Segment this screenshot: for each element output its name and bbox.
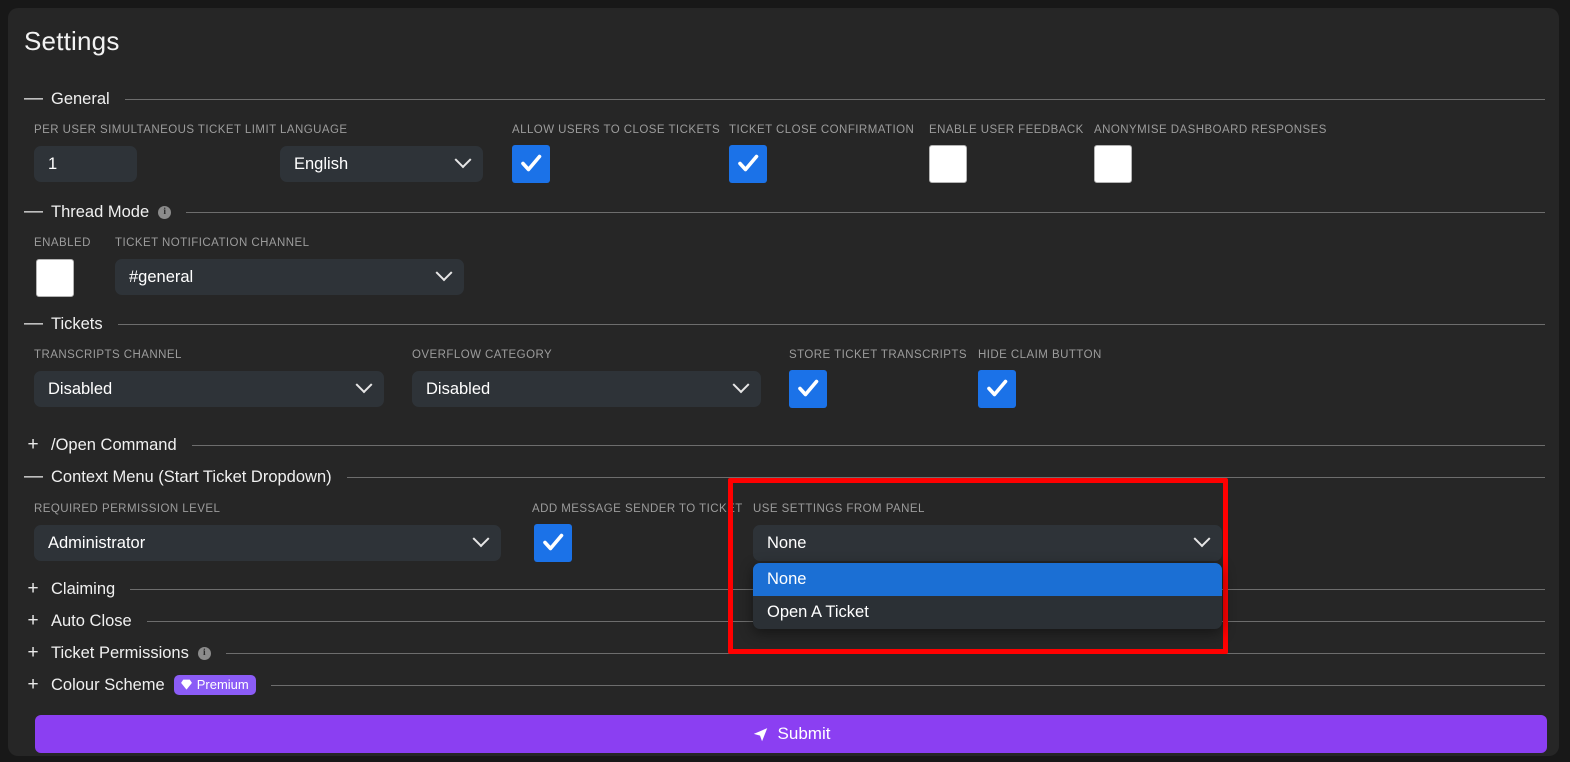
section-divider (226, 653, 1545, 654)
label-thread-enabled: ENABLED (34, 237, 91, 249)
section-label-general: General (51, 90, 110, 109)
section-label-tickets: Tickets (51, 315, 103, 334)
section-header-general[interactable]: — General (24, 88, 1545, 110)
checkbox-thread-enabled[interactable] (36, 259, 74, 297)
transcripts-channel-value: Disabled (48, 371, 350, 407)
section-header-context-menu[interactable]: — Context Menu (Start Ticket Dropdown) (24, 466, 1545, 488)
section-divider (192, 445, 1545, 446)
gem-icon (180, 678, 193, 691)
collapse-toggle-context-menu[interactable]: — (24, 468, 42, 486)
section-divider (118, 324, 1545, 325)
section-label-ticket-permissions: Ticket Permissions (51, 644, 189, 663)
submit-button[interactable]: Submit (35, 715, 1547, 753)
section-divider (186, 212, 1545, 213)
checkbox-ticket-close-confirmation[interactable] (729, 145, 767, 183)
collapse-toggle-open-command[interactable]: + (24, 436, 42, 454)
label-ticket-limit: PER USER SIMULTANEOUS TICKET LIMIT (34, 124, 277, 136)
section-divider (271, 685, 1545, 686)
settings-panel: Settings — General PER USER SIMULTANEOUS… (8, 8, 1559, 756)
checkbox-enable-user-feedback[interactable] (929, 145, 967, 183)
collapse-toggle-colour-scheme[interactable]: + (24, 676, 42, 694)
section-divider (347, 477, 1545, 478)
chevron-down-icon (733, 376, 750, 393)
premium-badge-label: Premium (197, 677, 249, 692)
section-header-colour-scheme[interactable]: + Colour Scheme Premium (24, 674, 1545, 696)
section-header-thread-mode[interactable]: — Thread Mode i (24, 201, 1545, 223)
submit-button-label: Submit (778, 724, 831, 744)
section-label-auto-close: Auto Close (51, 612, 132, 631)
label-use-settings-from-panel: USE SETTINGS FROM PANEL (753, 503, 925, 515)
label-hide-claim-button: HIDE CLAIM BUTTON (978, 349, 1102, 361)
section-header-tickets[interactable]: — Tickets (24, 313, 1545, 335)
label-language: LANGUAGE (280, 124, 348, 136)
collapse-toggle-general[interactable]: — (24, 90, 42, 108)
info-icon[interactable]: i (158, 206, 171, 219)
section-label-context-menu: Context Menu (Start Ticket Dropdown) (51, 468, 332, 487)
collapse-toggle-thread-mode[interactable]: — (24, 203, 42, 221)
label-ticket-notification-channel: TICKET NOTIFICATION CHANNEL (115, 237, 309, 249)
transcripts-channel-select[interactable]: Disabled (34, 371, 384, 407)
section-header-open-command[interactable]: + /Open Command (24, 434, 1545, 456)
ticket-limit-input[interactable] (34, 146, 137, 182)
chevron-down-icon (455, 151, 472, 168)
ticket-notification-channel-value: #general (129, 259, 430, 295)
dropdown-option-open-a-ticket[interactable]: Open A Ticket (753, 596, 1222, 629)
use-settings-from-panel-value: None (767, 525, 1188, 561)
label-required-permission-level: REQUIRED PERMISSION LEVEL (34, 503, 220, 515)
chevron-down-icon (1194, 530, 1211, 547)
use-settings-from-panel-select[interactable]: None (753, 525, 1222, 561)
required-permission-level-select[interactable]: Administrator (34, 525, 501, 561)
checkbox-allow-users-close[interactable] (512, 145, 550, 183)
page-title: Settings (24, 26, 120, 57)
collapse-toggle-auto-close[interactable]: + (24, 612, 42, 630)
overflow-category-select[interactable]: Disabled (412, 371, 761, 407)
collapse-toggle-tickets[interactable]: — (24, 315, 42, 333)
section-header-ticket-permissions[interactable]: + Ticket Permissions i (24, 642, 1545, 664)
label-transcripts-channel: TRANSCRIPTS CHANNEL (34, 349, 182, 361)
overflow-category-value: Disabled (426, 371, 727, 407)
section-divider (125, 99, 1545, 100)
label-ticket-close-confirmation: TICKET CLOSE CONFIRMATION (729, 124, 914, 136)
info-icon[interactable]: i (198, 647, 211, 660)
chevron-down-icon (356, 376, 373, 393)
checkbox-add-message-sender[interactable] (534, 524, 572, 562)
checkbox-anonymise-dashboard-responses[interactable] (1094, 145, 1132, 183)
language-select-value: English (294, 146, 449, 182)
label-add-message-sender: ADD MESSAGE SENDER TO TICKET (532, 503, 743, 515)
section-label-thread-mode: Thread Mode (51, 203, 149, 222)
chevron-down-icon (473, 530, 490, 547)
chevron-down-icon (436, 264, 453, 281)
use-settings-from-panel-option-list: None Open A Ticket (753, 563, 1222, 629)
label-overflow-category: OVERFLOW CATEGORY (412, 349, 552, 361)
section-label-colour-scheme: Colour Scheme (51, 676, 165, 695)
label-allow-users-close: ALLOW USERS TO CLOSE TICKETS (512, 124, 720, 136)
required-permission-level-value: Administrator (48, 525, 467, 561)
section-label-open-command: /Open Command (51, 436, 177, 455)
checkbox-hide-claim-button[interactable] (978, 370, 1016, 408)
label-anonymise-dashboard-responses: ANONYMISE DASHBOARD RESPONSES (1094, 124, 1327, 136)
collapse-toggle-ticket-permissions[interactable]: + (24, 644, 42, 662)
dropdown-option-none[interactable]: None (753, 563, 1222, 596)
language-select[interactable]: English (280, 146, 483, 182)
section-label-claiming: Claiming (51, 580, 115, 599)
send-icon (752, 726, 769, 743)
label-enable-user-feedback: ENABLE USER FEEDBACK (929, 124, 1084, 136)
label-store-ticket-transcripts: STORE TICKET TRANSCRIPTS (789, 349, 967, 361)
use-settings-from-panel-dropdown[interactable]: None None Open A Ticket (753, 525, 1222, 561)
premium-badge[interactable]: Premium (174, 675, 256, 695)
collapse-toggle-claiming[interactable]: + (24, 580, 42, 598)
checkbox-store-ticket-transcripts[interactable] (789, 370, 827, 408)
ticket-notification-channel-select[interactable]: #general (115, 259, 464, 295)
